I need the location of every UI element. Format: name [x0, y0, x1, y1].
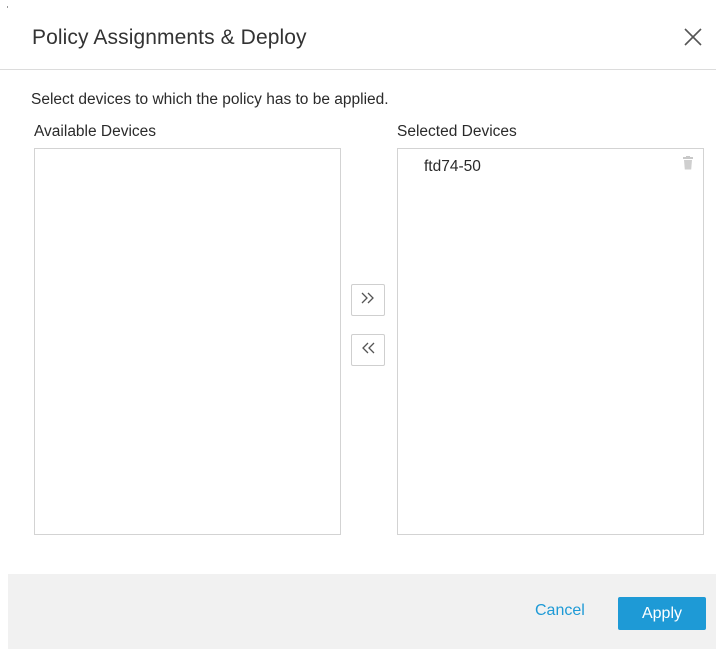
trash-icon[interactable]	[682, 156, 694, 170]
policy-assignments-dialog: Policy Assignments & Deploy Select devic…	[0, 0, 716, 649]
selected-devices-list[interactable]: ftd74-50	[397, 148, 704, 535]
apply-button[interactable]: Apply	[618, 597, 706, 630]
device-label: ftd74-50	[424, 158, 481, 175]
available-devices-list[interactable]	[34, 148, 341, 535]
remove-devices-button[interactable]	[351, 334, 385, 366]
selected-device-item[interactable]: ftd74-50	[398, 149, 703, 183]
available-devices-label: Available Devices	[34, 123, 157, 140]
cancel-button[interactable]: Cancel	[535, 602, 585, 620]
dialog-title: Policy Assignments & Deploy	[32, 26, 307, 49]
selected-devices-label: Selected Devices	[397, 123, 517, 140]
double-chevron-right-icon	[359, 291, 377, 310]
instruction-text: Select devices to which the policy has t…	[31, 91, 389, 108]
dialog-header: Policy Assignments & Deploy	[0, 0, 716, 70]
dialog-footer: Cancel Apply	[8, 574, 716, 649]
add-devices-button[interactable]	[351, 284, 385, 316]
double-chevron-left-icon	[359, 341, 377, 360]
close-icon[interactable]	[680, 24, 706, 50]
